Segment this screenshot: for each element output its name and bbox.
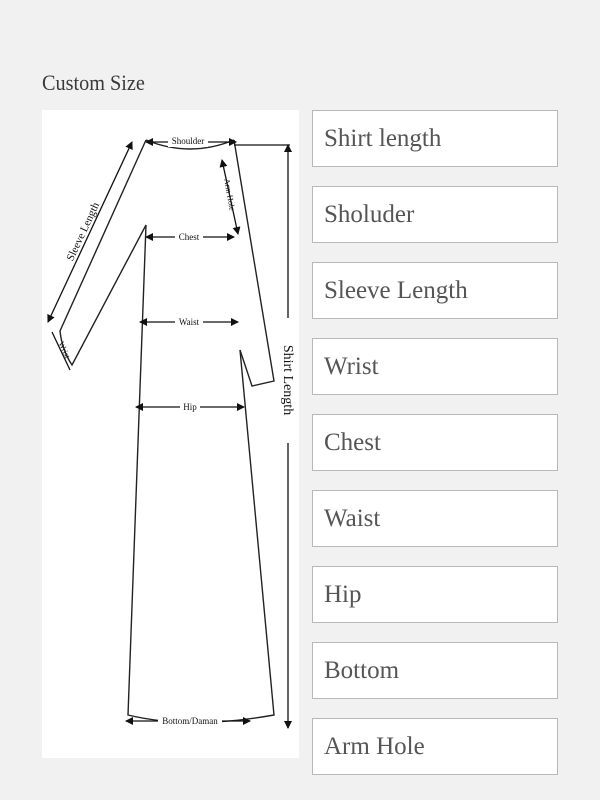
shoulder-input[interactable]: [312, 186, 558, 243]
wrist-input[interactable]: [312, 338, 558, 395]
hip-input[interactable]: [312, 566, 558, 623]
measurement-form: [312, 110, 558, 794]
measurement-diagram: Shoulder Chest Waist Hip Bottom/Daman Sh…: [42, 110, 299, 758]
bottom-daman-label: Bottom/Daman: [162, 716, 218, 726]
chest-input[interactable]: [312, 414, 558, 471]
shirt-length-input[interactable]: [312, 110, 558, 167]
section-title: Custom Size: [42, 70, 145, 95]
arm-hole-input[interactable]: [312, 718, 558, 775]
shirt-length-label: Shirt Length: [280, 345, 295, 415]
sleeve-length-measure-line: [47, 141, 133, 323]
wrist-label: Wrist: [56, 340, 72, 360]
sleeve-length-label: Sleeve Length: [64, 200, 102, 263]
sleeve-length-input[interactable]: [312, 262, 558, 319]
arm-hole-label: Arm Hole: [222, 178, 237, 212]
waist-input[interactable]: [312, 490, 558, 547]
chest-label: Chest: [179, 232, 200, 242]
hip-label: Hip: [183, 402, 197, 412]
bottom-input[interactable]: [312, 642, 558, 699]
waist-label: Waist: [179, 317, 200, 327]
shoulder-label: Shoulder: [172, 136, 205, 146]
